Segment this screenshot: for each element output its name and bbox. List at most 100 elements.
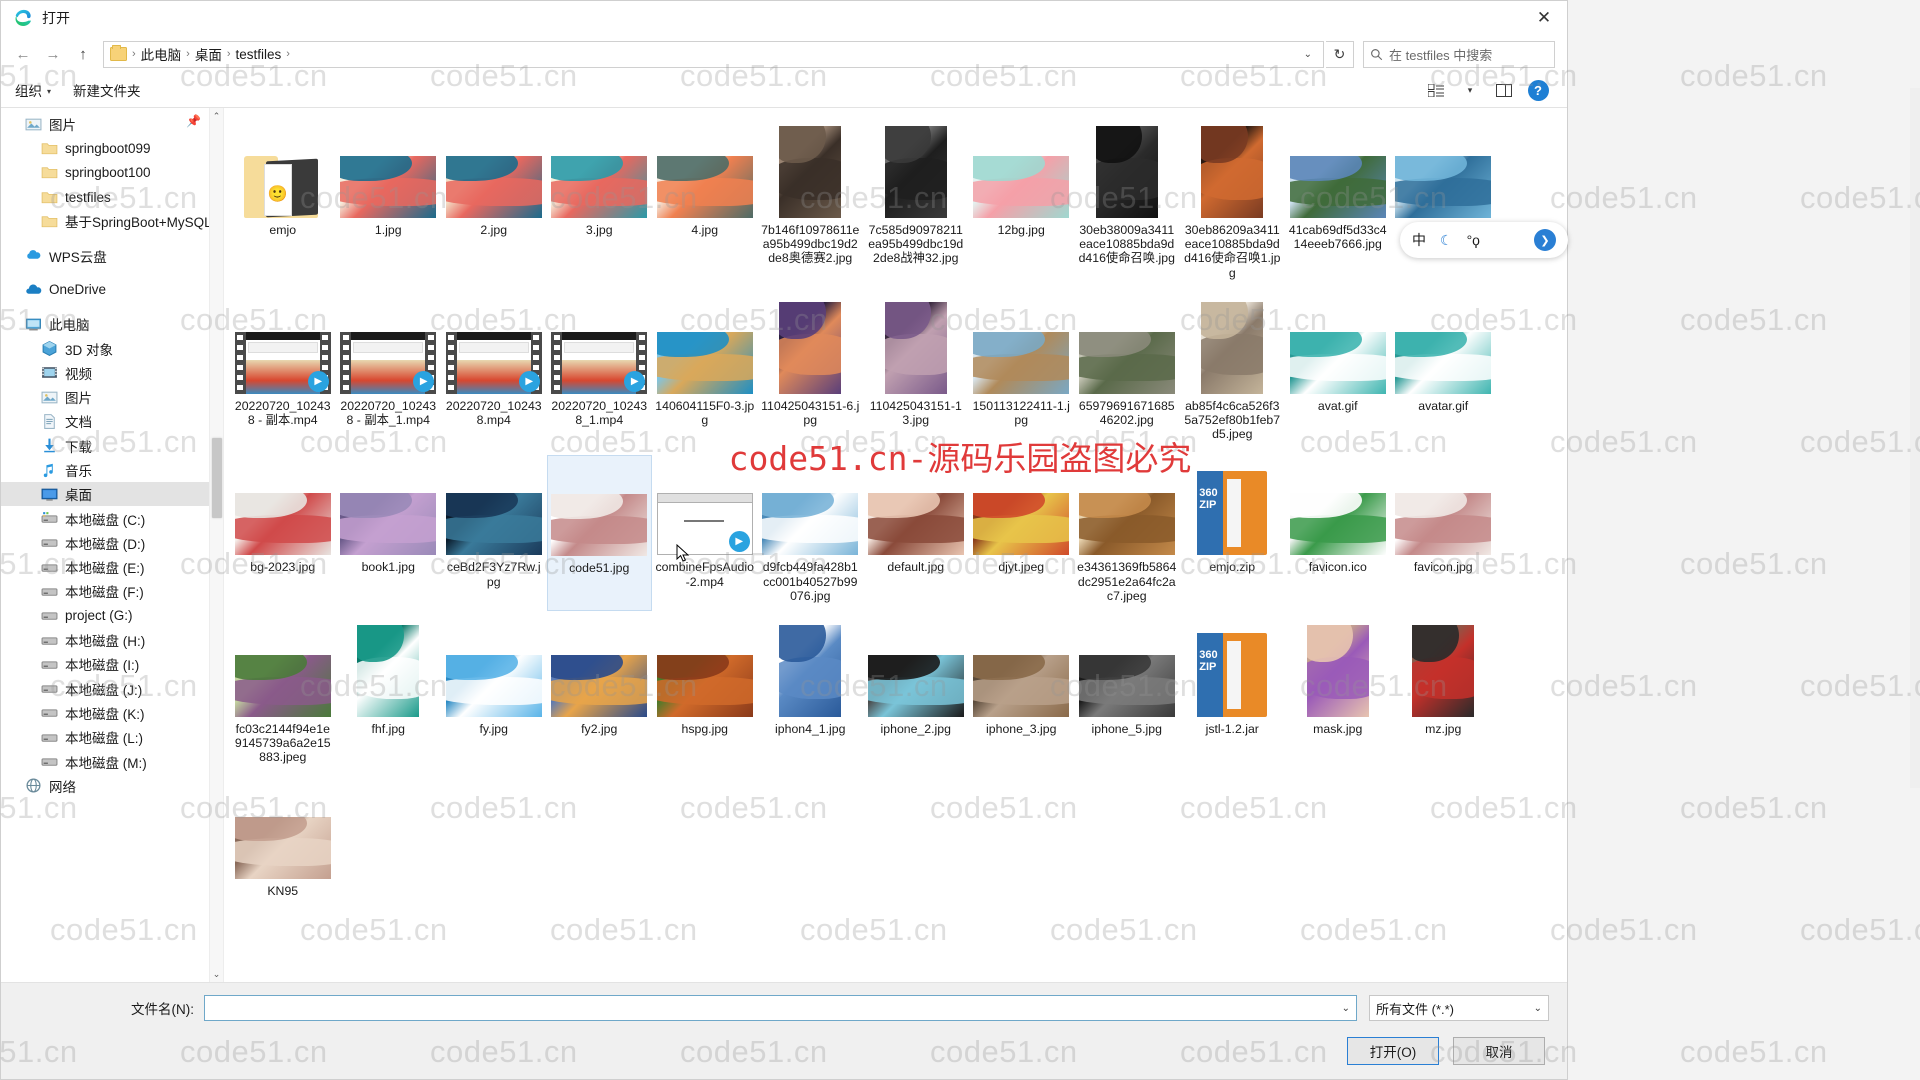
- sidebar-item-11[interactable]: 文档: [1, 409, 223, 433]
- file-item[interactable]: 4.jpg: [652, 118, 758, 288]
- scrollbar-thumb[interactable]: [212, 438, 222, 518]
- file-list-pane[interactable]: 🙂 emjo 1.jpg 2.jpg 3.jpg 4.jpg 7b146f10978611e…: [223, 108, 1567, 982]
- file-item[interactable]: fy2.jpg: [547, 617, 653, 773]
- view-list-icon[interactable]: [1421, 77, 1451, 103]
- file-item[interactable]: bg-2023.jpg: [230, 455, 336, 611]
- file-item[interactable]: 7b146f10978611ea95b499dbc19d2de8奥德赛2.jpg: [758, 118, 864, 288]
- back-button[interactable]: ←: [9, 40, 37, 68]
- sidebar-item-18[interactable]: 本地磁盘 (F:): [1, 579, 223, 603]
- forward-button[interactable]: →: [39, 40, 67, 68]
- chevron-down-icon[interactable]: ⌄: [1342, 1003, 1350, 1014]
- scroll-up-arrow[interactable]: ⌃: [210, 108, 223, 124]
- sidebar-item-9[interactable]: 视频: [1, 361, 223, 385]
- file-item[interactable]: 30eb38009a3411eace10885bda9dd416使命召唤.jpg: [1074, 118, 1180, 288]
- preview-pane-icon[interactable]: [1489, 77, 1519, 103]
- sidebar-item-10[interactable]: 图片: [1, 385, 223, 409]
- up-button[interactable]: ↑: [69, 40, 97, 68]
- pin-icon[interactable]: 📌: [186, 114, 201, 128]
- emoji-icon[interactable]: °ϙ: [1467, 232, 1480, 248]
- chevron-down-icon[interactable]: ⌄: [1534, 1003, 1542, 1014]
- file-item[interactable]: avatar.gif: [1391, 294, 1497, 450]
- file-item[interactable]: 110425043151-6.jpg: [758, 294, 864, 450]
- file-item[interactable]: favicon.ico: [1285, 455, 1391, 611]
- file-item[interactable]: iphone_5.jpg: [1074, 617, 1180, 773]
- filetype-select[interactable]: 所有文件 (*.*) ⌄: [1369, 995, 1549, 1021]
- file-item[interactable]: KN95: [230, 779, 336, 906]
- moon-icon[interactable]: ☾: [1440, 232, 1453, 249]
- help-button[interactable]: ?: [1523, 77, 1553, 103]
- breadcrumb-desktop[interactable]: 桌面: [191, 44, 226, 64]
- sidebar-item-25[interactable]: 本地磁盘 (M:): [1, 749, 223, 773]
- sidebar-item-6[interactable]: OneDrive: [1, 278, 223, 302]
- sidebar-item-3[interactable]: testfiles: [1, 185, 223, 209]
- address-bar[interactable]: › 此电脑 › 桌面 › testfiles › ⌄: [103, 40, 1324, 68]
- open-button[interactable]: 打开(O): [1347, 1037, 1439, 1065]
- breadcrumb-this-pc[interactable]: 此电脑: [137, 44, 186, 64]
- file-item[interactable]: [1391, 118, 1497, 288]
- file-item[interactable]: 150113122411-1.jpg: [969, 294, 1075, 450]
- file-item[interactable]: 2.jpg: [441, 118, 547, 288]
- sidebar-item-19[interactable]: project (G:): [1, 604, 223, 628]
- file-item[interactable]: ▶ 20220720_102438 - 副本.mp4: [230, 294, 336, 450]
- file-item[interactable]: code51.jpg: [546, 455, 652, 612]
- file-item[interactable]: 6597969167168546202.jpg: [1074, 294, 1180, 450]
- sidebar-item-15[interactable]: 本地磁盘 (C:): [1, 506, 223, 530]
- sidebar-item-26[interactable]: 网络: [1, 774, 223, 798]
- file-item[interactable]: fc03c2144f94e1e9145739a6a2e15883.jpeg: [230, 617, 336, 773]
- refresh-button[interactable]: ↻: [1326, 40, 1354, 68]
- sidebar-item-4[interactable]: 基于SpringBoot+MySQL+Vue: [1, 209, 223, 233]
- sidebar-item-20[interactable]: 本地磁盘 (H:): [1, 628, 223, 652]
- file-item[interactable]: iphone_3.jpg: [969, 617, 1075, 773]
- sidebar-item-17[interactable]: 本地磁盘 (E:): [1, 555, 223, 579]
- search-box[interactable]: 在 testfiles 中搜索: [1363, 40, 1555, 68]
- organize-menu[interactable]: 组织 ▾: [15, 80, 51, 100]
- file-item[interactable]: mz.jpg: [1391, 617, 1497, 773]
- file-item[interactable]: mask.jpg: [1285, 617, 1391, 773]
- chevron-right-icon[interactable]: ❯: [1534, 229, 1556, 251]
- sidebar-item-2[interactable]: springboot100: [1, 161, 223, 185]
- close-button[interactable]: ✕: [1521, 1, 1567, 35]
- scroll-down-arrow[interactable]: ⌄: [210, 966, 223, 982]
- file-item[interactable]: fy.jpg: [441, 617, 547, 773]
- file-item[interactable]: hspg.jpg: [652, 617, 758, 773]
- ime-mode-label[interactable]: 中: [1412, 230, 1426, 250]
- ime-toolbar[interactable]: 中 ☾ °ϙ ❯: [1400, 222, 1568, 258]
- file-item[interactable]: book1.jpg: [336, 455, 442, 611]
- file-item[interactable]: 12bg.jpg: [969, 118, 1075, 288]
- sidebar-item-5[interactable]: WPS云盘: [1, 243, 223, 267]
- file-item[interactable]: avat.gif: [1285, 294, 1391, 450]
- chevron-down-icon[interactable]: ⌄: [1297, 49, 1319, 60]
- file-item[interactable]: 360 ZIP jstl-1.2.jar: [1180, 617, 1286, 773]
- file-item[interactable]: iphone_2.jpg: [863, 617, 969, 773]
- sidebar-item-8[interactable]: 3D 对象: [1, 336, 223, 360]
- file-item[interactable]: 3.jpg: [547, 118, 653, 288]
- file-item[interactable]: ceBd2F3Yz7Rw.jpg: [441, 455, 547, 611]
- file-item[interactable]: 110425043151-13.jpg: [863, 294, 969, 450]
- sidebar-item-22[interactable]: 本地磁盘 (J:): [1, 677, 223, 701]
- sidebar-scrollbar[interactable]: ⌃ ⌄: [209, 108, 223, 982]
- sidebar-item-24[interactable]: 本地磁盘 (L:): [1, 725, 223, 749]
- file-item[interactable]: 1.jpg: [336, 118, 442, 288]
- file-item[interactable]: 360 ZIP emjo.zip: [1180, 455, 1286, 611]
- file-item[interactable]: ▶ 20220720_102438.mp4: [441, 294, 547, 450]
- sidebar-item-23[interactable]: 本地磁盘 (K:): [1, 701, 223, 725]
- sidebar-item-16[interactable]: 本地磁盘 (D:): [1, 531, 223, 555]
- file-item[interactable]: ▶ 20220720_102438 - 副本_1.mp4: [336, 294, 442, 450]
- breadcrumb-testfiles[interactable]: testfiles: [232, 47, 286, 62]
- file-item[interactable]: favicon.jpg: [1391, 455, 1497, 611]
- new-folder-button[interactable]: 新建文件夹: [73, 80, 141, 100]
- sidebar-item-21[interactable]: 本地磁盘 (I:): [1, 652, 223, 676]
- file-item[interactable]: 41cab69df5d33c414eeeb7666.jpg: [1285, 118, 1391, 288]
- cancel-button[interactable]: 取消: [1453, 1037, 1545, 1065]
- file-item[interactable]: iphon4_1.jpg: [758, 617, 864, 773]
- file-item[interactable]: 140604115F0-3.jpg: [652, 294, 758, 450]
- file-item[interactable]: 🙂 emjo: [230, 118, 336, 288]
- sidebar-item-13[interactable]: 音乐: [1, 458, 223, 482]
- view-options-caret[interactable]: ▾: [1455, 77, 1485, 103]
- sidebar-item-1[interactable]: springboot099: [1, 136, 223, 160]
- file-item[interactable]: 30eb86209a3411eace10885bda9dd416使命召唤1.jp…: [1180, 118, 1286, 288]
- file-item[interactable]: ▶ 20220720_102438_1.mp4: [547, 294, 653, 450]
- file-item[interactable]: ab85f4c6ca526f35a752ef80b1feb7d5.jpeg: [1180, 294, 1286, 450]
- file-item[interactable]: fhf.jpg: [336, 617, 442, 773]
- sidebar-item-14[interactable]: 桌面: [1, 482, 223, 507]
